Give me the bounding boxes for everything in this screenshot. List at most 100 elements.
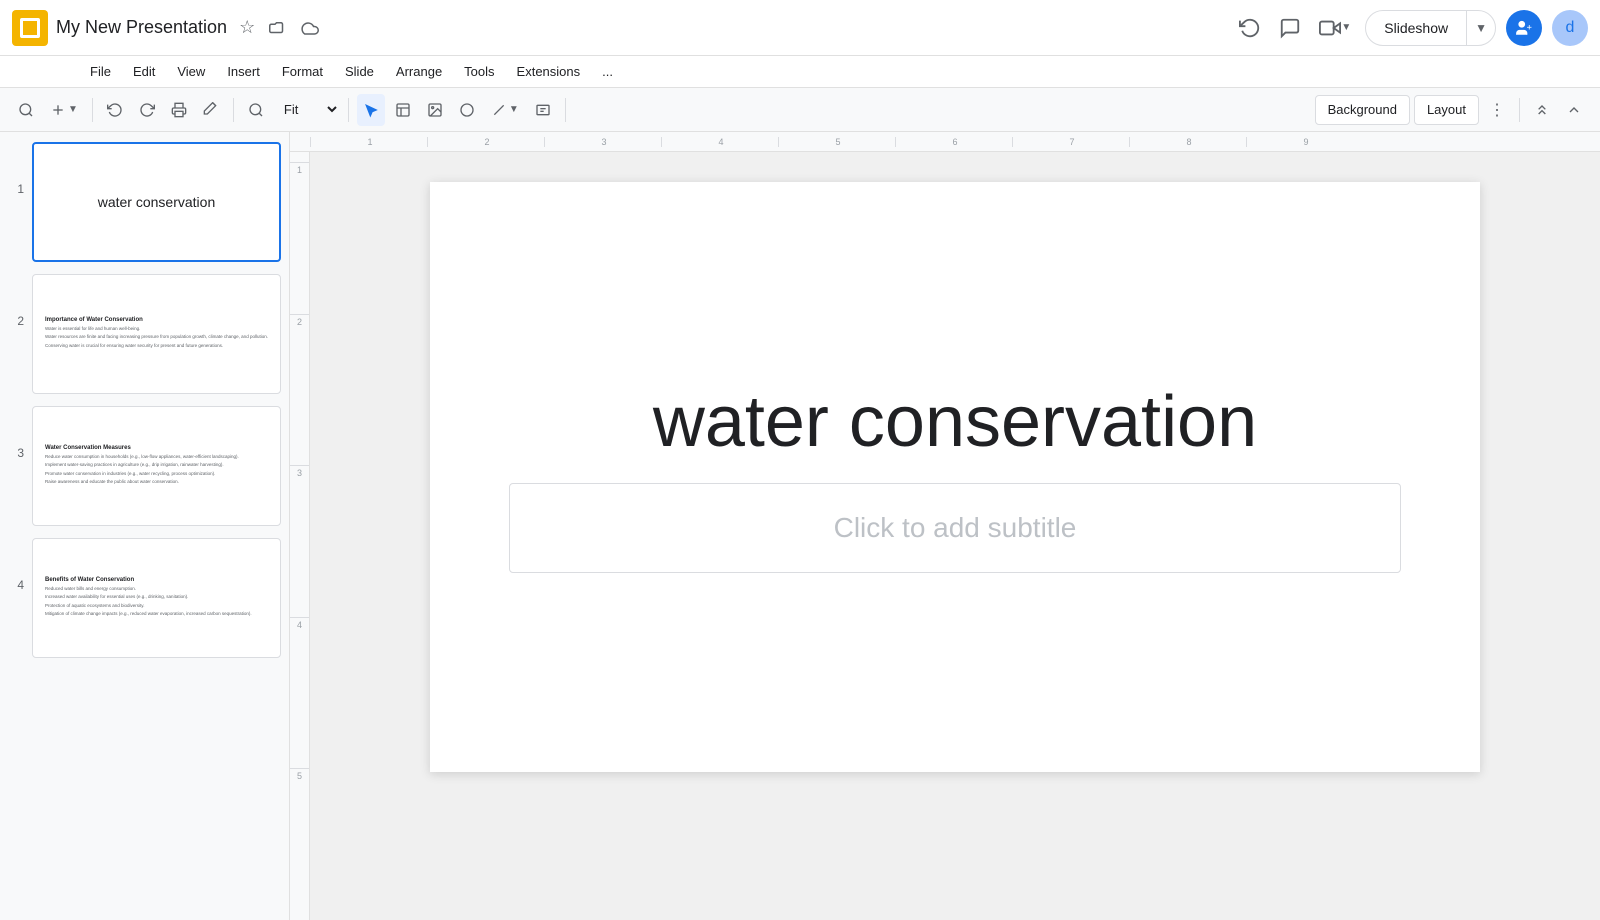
- slide-thumbnail-3[interactable]: Water Conservation Measures Reduce water…: [32, 406, 281, 526]
- slide4-bullet-1: Reduced water bills and energy consumpti…: [45, 586, 268, 592]
- slideshow-button-group: Slideshow ▼: [1365, 10, 1496, 46]
- slide-number-3: 3: [8, 406, 24, 460]
- share-button[interactable]: [1506, 10, 1542, 46]
- slide-thumbnail-2[interactable]: Importance of Water Conservation Water i…: [32, 274, 281, 394]
- slide2-bullet-2: Water resources are finite and facing in…: [45, 334, 268, 340]
- ruler-h-mark-3: 3: [544, 137, 661, 147]
- ruler-v-mark-4: 4: [290, 617, 309, 769]
- ruler-h-mark-4: 4: [661, 137, 778, 147]
- slide-thumbnail-4[interactable]: Benefits of Water Conservation Reduced w…: [32, 538, 281, 658]
- slide2-bullet-1: Water is essential for life and human we…: [45, 326, 268, 332]
- folder-button[interactable]: [265, 17, 291, 39]
- ruler-v-mark-1: 1: [290, 162, 309, 314]
- sep2: [233, 98, 234, 122]
- presentation-title[interactable]: My New Presentation: [56, 17, 227, 38]
- sep1: [92, 98, 93, 122]
- slide-number-2: 2: [8, 274, 24, 328]
- slide3-thumb-content: Water Conservation Measures Reduce water…: [41, 441, 272, 491]
- slide-number-4: 4: [8, 538, 24, 592]
- undo-button[interactable]: [101, 94, 129, 126]
- main-slide-subtitle[interactable]: Click to add subtitle: [509, 483, 1402, 573]
- canvas-area: 1 2 3 4 5 6 7 8 9 1 2 3 4 5: [290, 132, 1600, 920]
- transform-button[interactable]: [389, 94, 417, 126]
- more-options-button[interactable]: ⋮: [1483, 94, 1511, 126]
- menu-format[interactable]: Format: [272, 60, 333, 83]
- background-button[interactable]: Background: [1315, 95, 1410, 125]
- title-row: My New Presentation ☆: [56, 15, 1227, 40]
- slide1-thumb-title: water conservation: [98, 194, 216, 210]
- slide-thumb-row-1: 1 water conservation: [8, 142, 281, 262]
- history-button[interactable]: [1235, 15, 1265, 41]
- slide-thumb-row-4: 4 Benefits of Water Conservation Reduced…: [8, 538, 281, 658]
- ruler-h-mark-9: 9: [1246, 137, 1363, 147]
- video-button[interactable]: ▼: [1315, 15, 1355, 41]
- layout-button[interactable]: Layout: [1414, 95, 1479, 125]
- avatar-char: d: [1566, 19, 1575, 37]
- redo-button[interactable]: [133, 94, 161, 126]
- slide-thumbnail-1[interactable]: water conservation: [32, 142, 281, 262]
- ruler-h-mark-5: 5: [778, 137, 895, 147]
- ruler-h-mark-2: 2: [427, 137, 544, 147]
- image-button[interactable]: [421, 94, 449, 126]
- top-bar: My New Presentation ☆ ▼ Slideshow ▼: [0, 0, 1600, 56]
- main-slide[interactable]: water conservation Click to add subtitle: [430, 182, 1480, 772]
- slide2-bullet-3: Conserving water is crucial for ensuring…: [45, 343, 268, 349]
- sep5: [1519, 98, 1520, 122]
- collapse-button[interactable]: [1560, 94, 1588, 126]
- menu-slide[interactable]: Slide: [335, 60, 384, 83]
- slideshow-main-button[interactable]: Slideshow: [1366, 11, 1466, 45]
- ruler-h-inner: 1 2 3 4 5 6 7 8 9: [310, 137, 1600, 147]
- slide4-bullet-3: Protection of aquatic ecosystems and bio…: [45, 603, 268, 609]
- slide4-thumb-heading: Benefits of Water Conservation: [45, 577, 268, 583]
- app-icon-shape: [20, 18, 40, 38]
- add-toolbar-button[interactable]: ▼: [44, 94, 84, 126]
- toolbar: ▼ Fit 50% 75% 100% 150% 200% ▼: [0, 88, 1600, 132]
- slide2-thumb-heading: Importance of Water Conservation: [45, 317, 268, 323]
- main-area: 1 water conservation 2 Importance of Wat…: [0, 132, 1600, 920]
- move-up-button[interactable]: [1528, 94, 1556, 126]
- ruler-v-mark-3: 3: [290, 465, 309, 617]
- search-toolbar-button[interactable]: [12, 94, 40, 126]
- ruler-h-mark-7: 7: [1012, 137, 1129, 147]
- slide-workspace: water conservation Click to add subtitle: [310, 152, 1600, 920]
- zoom-select[interactable]: Fit 50% 75% 100% 150% 200%: [274, 97, 340, 122]
- ruler-h-mark-6: 6: [895, 137, 1012, 147]
- slide3-bullet-4: Raise awareness and educate the public a…: [45, 479, 268, 485]
- cloud-button[interactable]: [297, 17, 323, 39]
- slides-panel: 1 water conservation 2 Importance of Wat…: [0, 132, 290, 920]
- menu-view[interactable]: View: [167, 60, 215, 83]
- menu-arrange[interactable]: Arrange: [386, 60, 452, 83]
- star-button[interactable]: ☆: [235, 15, 259, 40]
- menu-edit[interactable]: Edit: [123, 60, 165, 83]
- ruler-horizontal: 1 2 3 4 5 6 7 8 9: [290, 132, 1600, 152]
- select-tool-button[interactable]: [357, 94, 385, 126]
- menu-tools[interactable]: Tools: [454, 60, 504, 83]
- menu-insert[interactable]: Insert: [217, 60, 270, 83]
- slide3-bullet-2: Implement water-saving practices in agri…: [45, 462, 268, 468]
- print-button[interactable]: [165, 94, 193, 126]
- user-avatar-button[interactable]: d: [1552, 10, 1588, 46]
- toolbar-right: Background Layout ⋮: [1315, 94, 1588, 126]
- app-icon: [12, 10, 48, 46]
- slide3-bullet-3: Promote water conservation in industries…: [45, 471, 268, 477]
- title-area: My New Presentation ☆: [56, 15, 1227, 40]
- menu-file[interactable]: File: [80, 60, 121, 83]
- right-controls: ▼ Slideshow ▼ d: [1235, 10, 1588, 46]
- slide4-thumb-content: Benefits of Water Conservation Reduced w…: [41, 573, 272, 623]
- slide2-thumb-content: Importance of Water Conservation Water i…: [41, 313, 272, 355]
- paint-format-button[interactable]: [197, 94, 225, 126]
- line-tool-button[interactable]: ▼: [485, 94, 525, 126]
- zoom-in-button[interactable]: [242, 94, 270, 126]
- slide-thumb-row-3: 3 Water Conservation Measures Reduce wat…: [8, 406, 281, 526]
- slideshow-dropdown-button[interactable]: ▼: [1466, 11, 1495, 45]
- sep3: [348, 98, 349, 122]
- ruler-v-mark-5: 5: [290, 768, 309, 920]
- main-slide-title[interactable]: water conservation: [653, 381, 1257, 463]
- menu-extensions[interactable]: Extensions: [507, 60, 591, 83]
- menu-more[interactable]: ...: [592, 60, 623, 83]
- sep4: [565, 98, 566, 122]
- textbox-button[interactable]: [529, 94, 557, 126]
- slide4-bullet-2: Increased water availability for essenti…: [45, 594, 268, 600]
- comment-button[interactable]: [1275, 15, 1305, 41]
- shape-button[interactable]: [453, 94, 481, 126]
